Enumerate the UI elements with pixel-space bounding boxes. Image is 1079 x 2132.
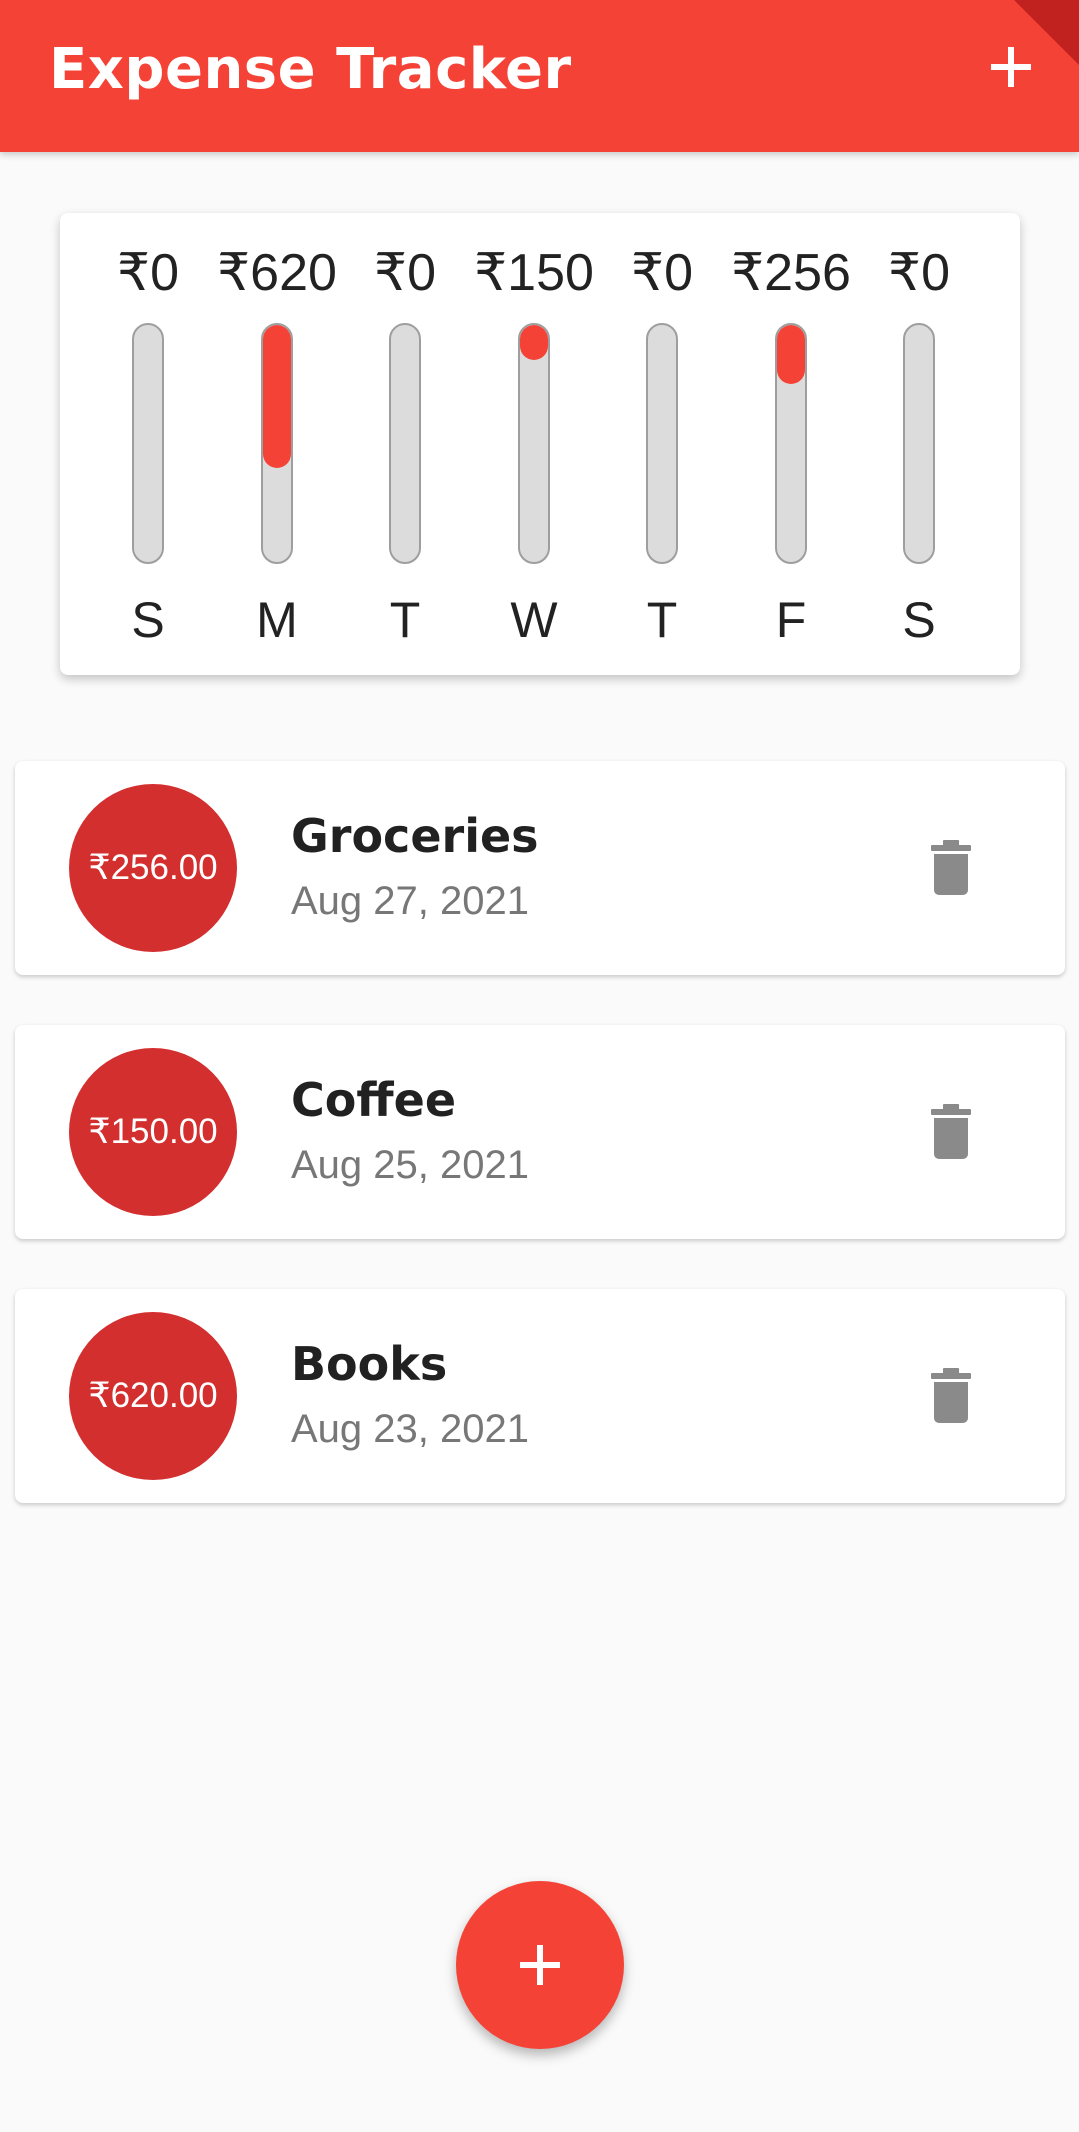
chart-bar-track [775, 323, 807, 564]
chart-column-saturday: ₹0 S [855, 213, 983, 675]
chart-column-sunday: ₹0 S [84, 213, 212, 675]
chart-bar-fill [520, 325, 548, 360]
delete-button[interactable] [911, 1090, 991, 1174]
chart-column-thursday: ₹0 T [598, 213, 726, 675]
chart-column-tuesday: ₹0 T [341, 213, 469, 675]
trash-icon [931, 1104, 971, 1159]
chart-day-label: W [510, 592, 558, 648]
chart-amount: ₹150 [474, 244, 594, 302]
chart-bar-track [646, 323, 678, 564]
chart-day-label: T [389, 592, 421, 648]
transaction-date: Aug 23, 2021 [291, 1407, 529, 1451]
chart-column-wednesday: ₹150 W [470, 213, 598, 675]
transaction-date: Aug 27, 2021 [291, 879, 529, 923]
chart-bar-track [132, 323, 164, 564]
app-title: Expense Tracker [49, 37, 572, 102]
transaction-card: ₹150.00 Coffee Aug 25, 2021 [15, 1025, 1065, 1239]
amount-avatar: ₹256.00 [69, 784, 237, 952]
add-transaction-button[interactable] [976, 32, 1046, 102]
delete-button[interactable] [911, 1354, 991, 1438]
app-bar: Expense Tracker [0, 0, 1079, 152]
chart-amount: ₹0 [373, 244, 436, 302]
transaction-title: Groceries [291, 809, 539, 863]
weekly-chart-card: ₹0 S ₹620 M ₹0 T ₹150 W ₹0 T ₹256 F ₹0 S [60, 213, 1020, 675]
chart-column-monday: ₹620 M [213, 213, 341, 675]
transaction-date: Aug 25, 2021 [291, 1143, 529, 1187]
plus-icon [991, 47, 1031, 87]
trash-icon [931, 1368, 971, 1423]
chart-bar-fill [777, 325, 805, 385]
amount-avatar: ₹620.00 [69, 1312, 237, 1480]
chart-bar-track [261, 323, 293, 564]
chart-bar-track [903, 323, 935, 564]
chart-day-label: M [256, 592, 298, 648]
chart-bar-track [518, 323, 550, 564]
chart-bar-fill [263, 325, 291, 469]
chart-amount: ₹0 [887, 244, 950, 302]
transaction-title: Coffee [291, 1073, 457, 1127]
chart-day-label: T [646, 592, 678, 648]
chart-day-label: F [775, 592, 807, 648]
transaction-card: ₹256.00 Groceries Aug 27, 2021 [15, 761, 1065, 975]
chart-day-label: S [902, 592, 936, 648]
transaction-title: Books [291, 1337, 448, 1391]
chart-amount: ₹620 [217, 244, 337, 302]
delete-button[interactable] [911, 826, 991, 910]
chart-amount: ₹0 [630, 244, 693, 302]
plus-icon [520, 1945, 560, 1985]
add-fab[interactable] [456, 1881, 624, 2049]
transaction-card: ₹620.00 Books Aug 23, 2021 [15, 1289, 1065, 1503]
chart-day-label: S [131, 592, 165, 648]
chart-column-friday: ₹256 F [727, 213, 855, 675]
chart-amount: ₹256 [731, 244, 851, 302]
trash-icon [931, 840, 971, 895]
chart-amount: ₹0 [116, 244, 179, 302]
amount-avatar: ₹150.00 [69, 1048, 237, 1216]
chart-bar-track [389, 323, 421, 564]
